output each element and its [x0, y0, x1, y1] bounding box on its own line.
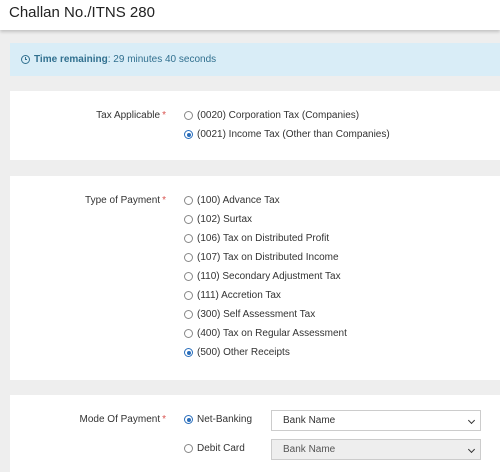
payment-option-100[interactable]: (100) Advance Tax [184, 195, 280, 206]
payment-option-107[interactable]: (107) Tax on Distributed Income [184, 252, 339, 263]
tax-option-label: (0021) Income Tax (Other than Companies) [197, 129, 390, 140]
payment-option-label: (106) Tax on Distributed Profit [197, 233, 330, 244]
type-of-payment-label: Type of Payment * [85, 195, 166, 206]
payment-option-400[interactable]: (400) Tax on Regular Assessment [184, 328, 347, 339]
net-banking-radio[interactable]: Net-Banking [184, 414, 252, 425]
radio-icon[interactable] [184, 291, 193, 300]
radio-icon[interactable] [184, 310, 193, 319]
payment-option-300[interactable]: (300) Self Assessment Tax [184, 309, 315, 320]
mode-of-payment-section: Mode Of Payment * Net-Banking Bank Name D… [10, 395, 500, 472]
payment-option-500[interactable]: (500) Other Receipts [184, 347, 290, 358]
payment-option-110[interactable]: (110) Secondary Adjustment Tax [184, 271, 341, 282]
net-banking-bank-select[interactable]: Bank Name [271, 410, 481, 431]
radio-selected-icon[interactable] [184, 348, 193, 357]
payment-option-label: (107) Tax on Distributed Income [197, 252, 339, 263]
required-mark: * [162, 414, 166, 425]
time-remaining-value: 29 minutes 40 seconds [113, 54, 217, 65]
payment-option-label: (102) Surtax [197, 214, 253, 225]
payment-option-label: (111) Accretion Tax [197, 290, 281, 301]
tax-option-0021[interactable]: (0021) Income Tax (Other than Companies) [184, 129, 390, 140]
debit-card-label: Debit Card [197, 443, 245, 454]
page-header: Challan No./ITNS 280 [0, 0, 500, 30]
chevron-down-icon [467, 416, 476, 425]
payment-option-label: (100) Advance Tax [197, 195, 280, 206]
radio-icon[interactable] [184, 444, 193, 453]
tax-option-0020[interactable]: (0020) Corporation Tax (Companies) [184, 110, 359, 121]
chevron-down-icon [467, 445, 476, 454]
time-remaining-label: Time remaining [34, 54, 108, 65]
payment-option-106[interactable]: (106) Tax on Distributed Profit [184, 233, 329, 244]
radio-icon[interactable] [184, 329, 193, 338]
tax-applicable-label: Tax Applicable * [96, 110, 166, 121]
payment-option-label: (400) Tax on Regular Assessment [197, 328, 347, 339]
debit-card-bank-select[interactable]: Bank Name [271, 439, 481, 460]
time-remaining-alert: Time remaining: 29 minutes 40 seconds [10, 43, 500, 76]
page-title: Challan No./ITNS 280 [9, 4, 155, 21]
radio-selected-icon[interactable] [184, 130, 193, 139]
payment-option-label: (500) Other Receipts [197, 347, 290, 358]
tax-option-label: (0020) Corporation Tax (Companies) [197, 110, 360, 121]
net-banking-label: Net-Banking [197, 414, 253, 425]
tax-applicable-section: Tax Applicable * (0020) Corporation Tax (… [10, 91, 500, 160]
required-mark: * [162, 110, 166, 121]
radio-icon[interactable] [184, 272, 193, 281]
radio-icon[interactable] [184, 111, 193, 120]
payment-option-label: (300) Self Assessment Tax [197, 309, 316, 320]
clock-icon [21, 55, 30, 64]
payment-option-label: (110) Secondary Adjustment Tax [197, 271, 341, 282]
radio-selected-icon[interactable] [184, 415, 193, 424]
radio-icon[interactable] [184, 234, 193, 243]
debit-card-radio[interactable]: Debit Card [184, 443, 245, 454]
type-of-payment-section: Type of Payment * (100) Advance Tax (102)… [10, 176, 500, 380]
bank-select-value: Bank Name [283, 415, 336, 426]
time-remaining-separator: : [107, 54, 111, 65]
radio-icon[interactable] [184, 215, 193, 224]
radio-icon[interactable] [184, 253, 193, 262]
radio-icon[interactable] [184, 196, 193, 205]
bank-select-value: Bank Name [283, 444, 336, 455]
mode-of-payment-label: Mode Of Payment * [79, 414, 167, 425]
payment-option-102[interactable]: (102) Surtax [184, 214, 252, 225]
required-mark: * [162, 195, 166, 206]
payment-option-111[interactable]: (111) Accretion Tax [184, 290, 281, 301]
